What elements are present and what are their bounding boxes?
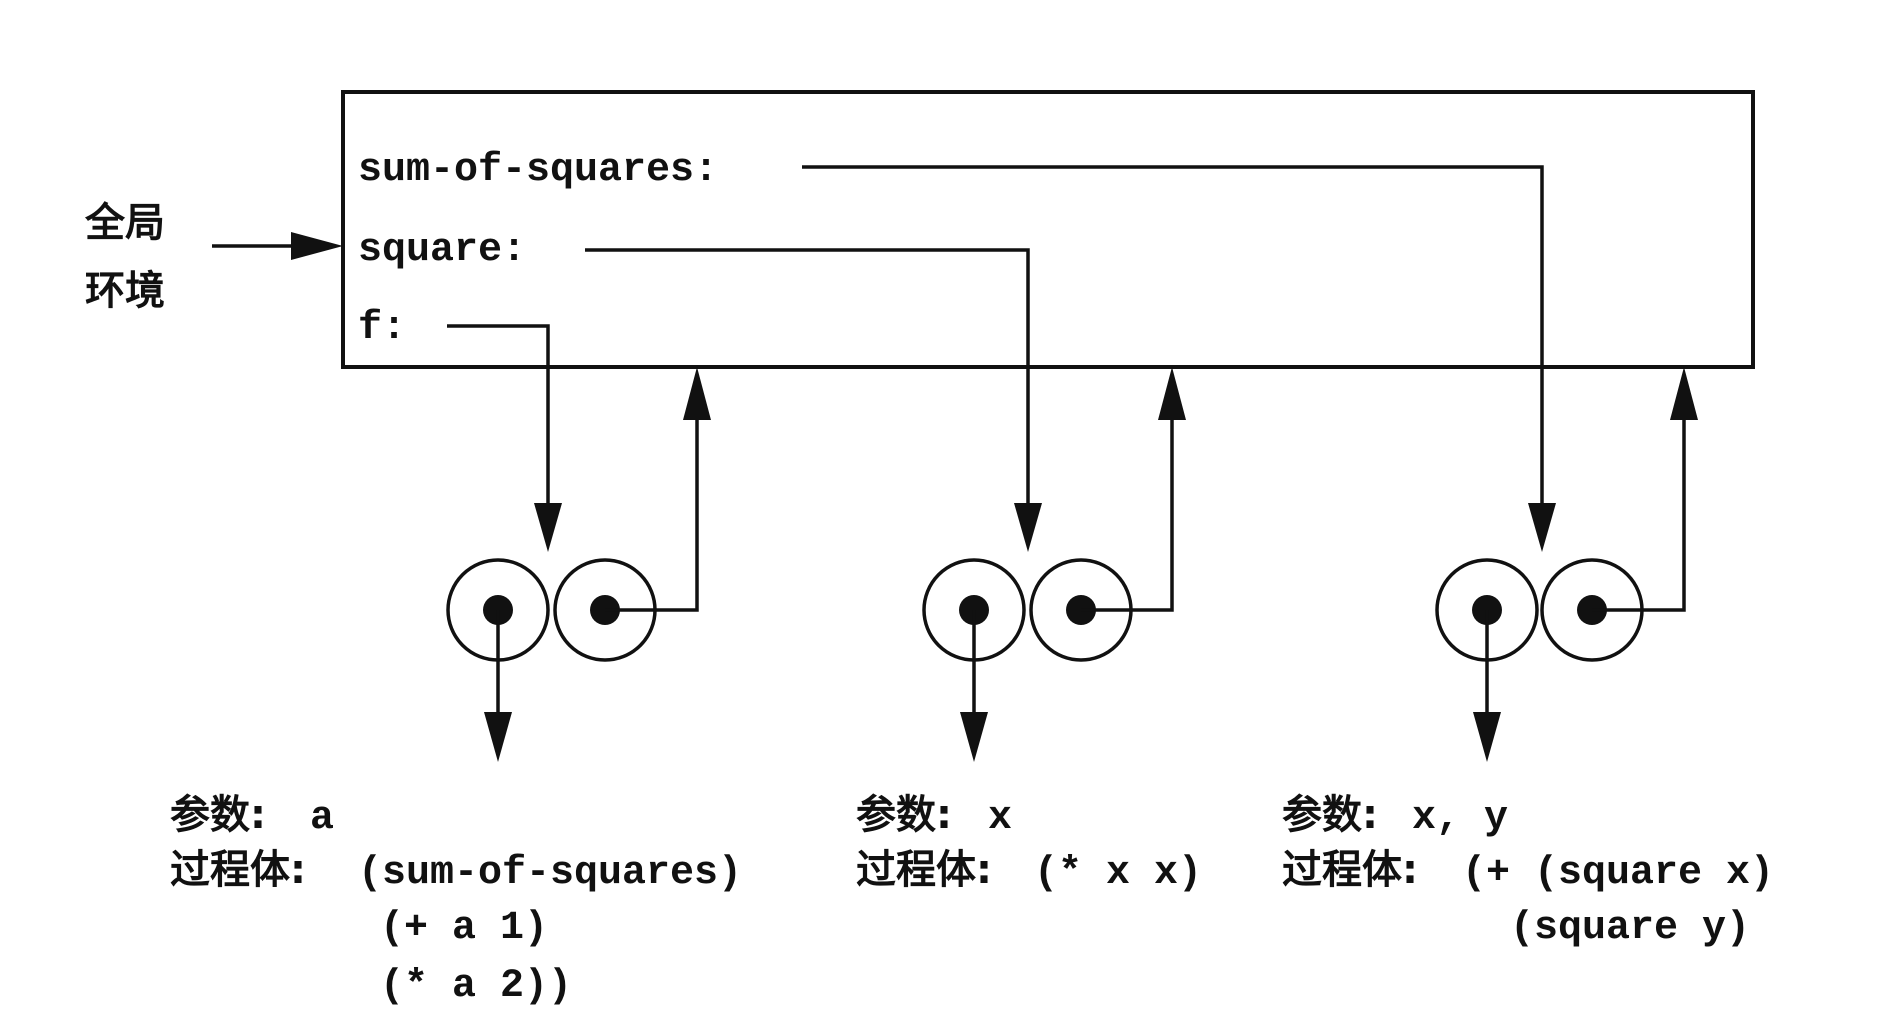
procedure-f-body-line1: (sum-of-squares) bbox=[358, 851, 742, 896]
environment-diagram: 全局 环境 sum-of-squares: square: f: 参数: a 过… bbox=[84, 90, 1774, 1009]
pointer-f-to-procedure bbox=[447, 324, 562, 552]
procedure-square-body-label: 过程体: bbox=[856, 847, 992, 893]
procedure-sum-of-squares-params-value: x, y bbox=[1412, 796, 1508, 841]
procedure-f-description: 参数: a 过程体: (sum-of-squares) (+ a 1) (* a… bbox=[170, 792, 742, 1009]
procedure-sum-of-squares-body-line2: (square y) bbox=[1510, 906, 1750, 951]
procedure-square-description: 参数: x 过程体: (* x x) bbox=[856, 792, 1202, 896]
procedure-f-params-label: 参数: bbox=[170, 792, 266, 838]
pointer-sum-of-squares-to-procedure bbox=[802, 165, 1556, 552]
procedure-sum-of-squares-env-pointer bbox=[1592, 367, 1698, 612]
procedure-f-body-line2: (+ a 1) bbox=[380, 906, 548, 951]
procedure-f-env-pointer bbox=[605, 367, 711, 612]
procedure-f-body-label: 过程体: bbox=[170, 847, 306, 893]
procedure-f-params-value: a bbox=[310, 796, 334, 841]
pointer-square-to-procedure bbox=[585, 248, 1042, 552]
binding-sum-of-squares: sum-of-squares: bbox=[358, 148, 718, 193]
procedure-sum-of-squares-code-pointer bbox=[1473, 610, 1501, 762]
procedure-f-code-pointer bbox=[484, 610, 512, 762]
global-env-pointer-arrow bbox=[212, 232, 343, 260]
procedure-sum-of-squares-body-line1: (+ (square x) bbox=[1462, 851, 1774, 896]
procedure-sum-of-squares-body-label: 过程体: bbox=[1282, 847, 1418, 893]
binding-square: square: bbox=[358, 228, 526, 273]
procedure-square-params-label: 参数: bbox=[856, 792, 952, 838]
procedure-sum-of-squares-params-label: 参数: bbox=[1282, 792, 1378, 838]
procedure-sum-of-squares-description: 参数: x, y 过程体: (+ (square x) (square y) bbox=[1282, 792, 1774, 951]
binding-f: f: bbox=[358, 306, 406, 351]
procedure-square-env-pointer bbox=[1081, 367, 1186, 612]
global-env-label-line1: 全局 bbox=[84, 200, 165, 246]
procedure-square-code-pointer bbox=[960, 610, 988, 762]
procedure-square-params-value: x bbox=[988, 796, 1012, 841]
global-env-label-line2: 环境 bbox=[85, 268, 165, 314]
procedure-f-body-line3: (* a 2)) bbox=[380, 964, 572, 1009]
procedure-square-body-line1: (* x x) bbox=[1034, 851, 1202, 896]
